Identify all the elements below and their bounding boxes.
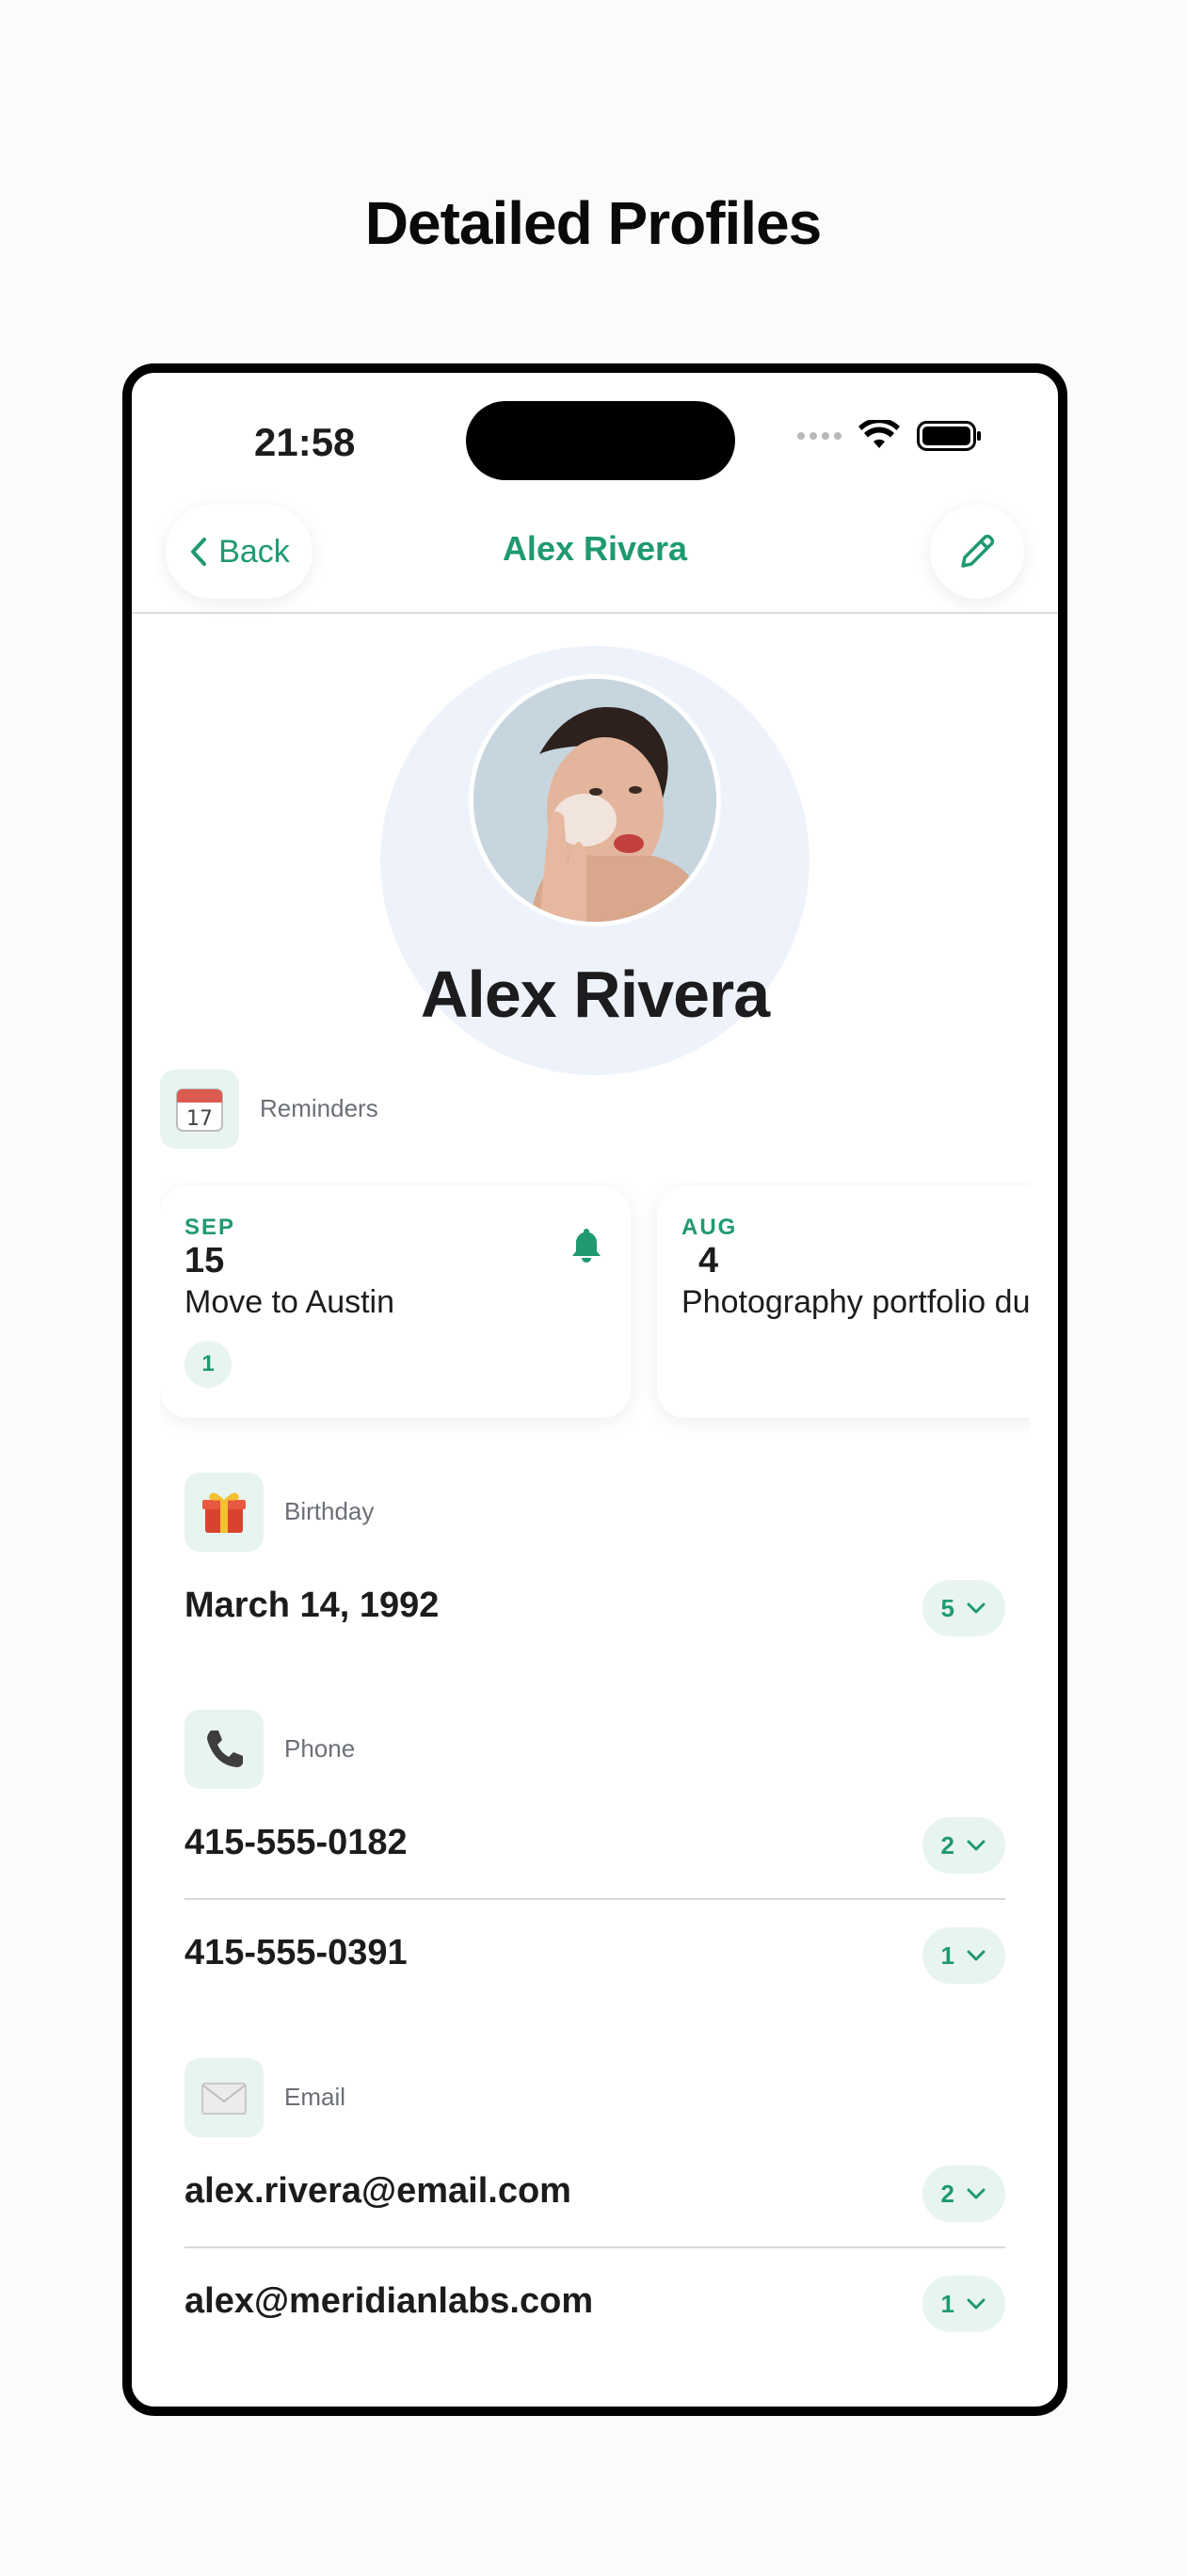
status-time: 21:58: [254, 420, 356, 464]
reminders-carousel[interactable]: SEP 15 Move to Austin 1 AUG 4 Photograph…: [160, 1183, 1030, 1437]
chevron-down-icon: [967, 1602, 986, 1614]
email-count: 1: [940, 2289, 954, 2318]
email-count: 2: [940, 2179, 954, 2208]
email-label: Email: [284, 2083, 346, 2111]
phone-count-pill[interactable]: 1: [922, 1927, 1005, 1984]
page-headline: Detailed Profiles: [364, 189, 823, 257]
chevron-down-icon: [967, 2188, 986, 2199]
email-count-pill[interactable]: 2: [922, 2165, 1005, 2222]
phone-icon: [184, 1710, 264, 1789]
wifi-icon: [858, 420, 900, 448]
chevron-down-icon: [967, 2298, 986, 2310]
calendar-icon-day: 17: [186, 1107, 213, 1131]
reminder-title: Photography portfolio due: [681, 1284, 1030, 1320]
divider: [184, 1898, 1005, 1900]
edit-button[interactable]: [930, 505, 1024, 599]
reminder-day: 4: [698, 1241, 719, 1280]
bell-icon[interactable]: [570, 1226, 602, 1264]
avatar-photo: [473, 679, 716, 922]
reminder-month: SEP: [184, 1215, 236, 1240]
divider: [184, 2246, 1005, 2248]
calendar-icon: 17: [160, 1070, 239, 1149]
battery-icon: [917, 421, 981, 451]
birthday-label: Birthday: [284, 1497, 375, 1525]
reminder-title: Move to Austin: [184, 1284, 395, 1320]
email-value[interactable]: alex.rivera@email.com: [184, 2171, 571, 2212]
dynamic-island: [466, 401, 735, 480]
reminder-count-badge: 1: [184, 1341, 232, 1388]
email-value[interactable]: alex@meridianlabs.com: [184, 2281, 593, 2322]
phone-value[interactable]: 415-555-0182: [184, 1823, 408, 1863]
reminder-card[interactable]: SEP 15 Move to Austin 1: [160, 1186, 631, 1418]
status-icons: [797, 420, 983, 452]
nav-title: Alex Rivera: [502, 529, 688, 568]
chevron-down-icon: [967, 1950, 986, 1961]
envelope-icon: [184, 2058, 264, 2137]
profile-name: Alex Rivera: [420, 958, 770, 1031]
phone-count: 1: [940, 1940, 954, 1970]
birthday-count-pill[interactable]: 5: [922, 1580, 1005, 1636]
reminder-card[interactable]: AUG 4 Photography portfolio due: [657, 1186, 1030, 1418]
phone-count-pill[interactable]: 2: [922, 1817, 1005, 1874]
avatar[interactable]: [469, 674, 721, 926]
phone-frame: 21:58 Back Alex Rivera Alex Rivera 17 Re…: [122, 363, 1067, 2416]
birthday-count: 5: [940, 1593, 954, 1622]
phone-count: 2: [940, 1830, 954, 1860]
nav-bar: Back Alex Rivera: [132, 495, 1058, 614]
birthday-value: March 14, 1992: [184, 1586, 440, 1625]
pencil-icon: [961, 534, 995, 568]
reminder-month: AUG: [681, 1215, 738, 1240]
chevron-down-icon: [967, 1840, 986, 1851]
reminder-day: 15: [184, 1241, 225, 1280]
phone-value[interactable]: 415-555-0391: [184, 1933, 408, 1973]
reminders-label: Reminders: [260, 1094, 378, 1122]
phone-label: Phone: [284, 1734, 356, 1763]
signal-icon: [797, 432, 841, 440]
gift-icon: [184, 1473, 264, 1552]
email-count-pill[interactable]: 1: [922, 2276, 1005, 2332]
